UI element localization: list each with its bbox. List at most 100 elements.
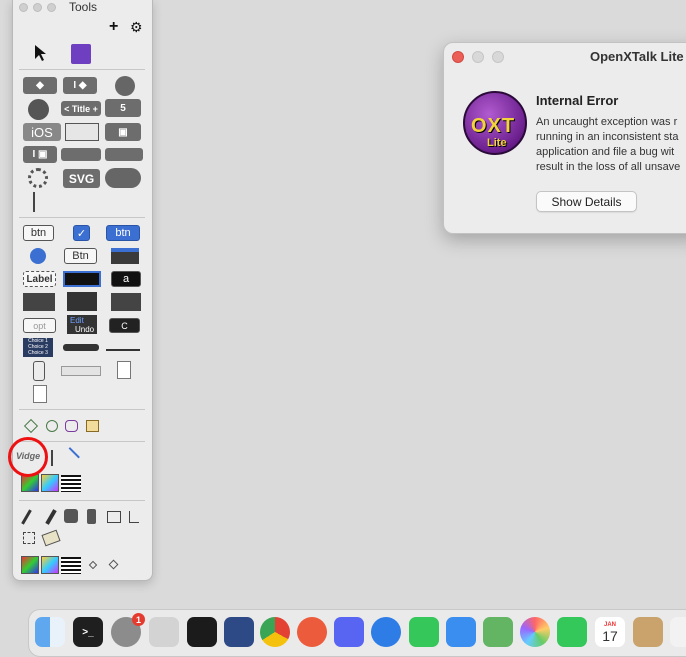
android-field-icon[interactable]: I ◆ <box>63 77 97 94</box>
close-button[interactable] <box>19 3 28 12</box>
image-icon[interactable] <box>117 361 131 379</box>
spray-can-icon[interactable] <box>87 509 96 524</box>
launchpad-icon[interactable] <box>149 617 179 647</box>
zoom-button[interactable] <box>47 3 56 12</box>
html5-icon[interactable]: 5 <box>105 99 141 117</box>
line-size-icon[interactable] <box>61 475 81 492</box>
pencil-icon[interactable] <box>21 509 32 525</box>
discord-icon[interactable] <box>334 617 364 647</box>
player-control-icon[interactable] <box>33 385 47 403</box>
tree-view-icon[interactable] <box>33 192 45 212</box>
add-icon[interactable]: + <box>109 18 118 36</box>
divider <box>19 500 145 501</box>
terminal-icon[interactable]: >_ <box>73 617 103 647</box>
oval-shape-icon[interactable] <box>46 420 58 432</box>
slider-icon[interactable] <box>106 343 140 351</box>
divider <box>19 409 145 410</box>
maps-icon[interactable] <box>483 617 513 647</box>
progress-bar-icon[interactable] <box>63 344 99 351</box>
combo-box-icon[interactable]: C <box>109 318 140 333</box>
photos-icon[interactable] <box>520 617 550 647</box>
finder-icon[interactable] <box>35 617 65 647</box>
activity-monitor-icon[interactable] <box>187 617 217 647</box>
edit-pointer-icon[interactable] <box>71 44 91 64</box>
scrolling-list-icon[interactable] <box>67 292 97 311</box>
select-icon[interactable] <box>23 532 35 544</box>
dialog-close-button[interactable] <box>452 51 464 63</box>
spinner-icon[interactable] <box>28 168 48 188</box>
app-logo: OXT Lite <box>463 91 527 155</box>
dock: >_ 1 JAN 17 <box>28 609 686 657</box>
segmented-icon[interactable] <box>61 148 101 161</box>
facetime-icon[interactable] <box>557 617 587 647</box>
arrow-pointer-icon[interactable] <box>33 44 47 62</box>
calendar-icon[interactable]: JAN 17 <box>595 617 625 647</box>
dialog-heading: Internal Error <box>536 93 619 108</box>
tools-titlebar: Tools <box>13 0 152 14</box>
dialog-zoom-button <box>492 51 504 63</box>
ios-field-icon[interactable]: I ▣ <box>23 146 57 163</box>
navbar-icon[interactable] <box>105 148 143 161</box>
tab-panel-icon[interactable] <box>111 248 139 264</box>
divider <box>19 69 145 70</box>
data-grid-icon[interactable] <box>23 293 55 311</box>
tools-palette: Tools + ⚙ ◆ I ◆ < Title + 5 iOS ▣ I ▣ SV… <box>12 0 153 581</box>
diamond-shape-icon[interactable] <box>23 418 39 434</box>
rounded-rect-icon[interactable] <box>65 420 78 432</box>
table-field-icon[interactable] <box>111 293 141 311</box>
option-menu-icon[interactable]: opt <box>23 318 56 333</box>
scrolling-field-icon[interactable]: a <box>111 271 141 287</box>
minimize-button[interactable] <box>33 3 42 12</box>
line-graph-icon[interactable] <box>65 123 99 141</box>
svg-icon[interactable]: SVG <box>63 169 100 188</box>
chrome-icon[interactable] <box>260 617 290 647</box>
ios-widget-icon[interactable]: iOS <box>23 123 61 141</box>
text-field-icon[interactable] <box>63 271 101 287</box>
browser-globe-icon[interactable] <box>115 76 135 96</box>
safari-icon[interactable] <box>371 617 401 647</box>
line-tool-icon[interactable] <box>60 447 80 467</box>
little-arrows-icon[interactable] <box>33 361 45 381</box>
brush-shape-icon[interactable] <box>108 559 119 570</box>
pipette-icon[interactable] <box>129 511 139 523</box>
vpn-lock-icon[interactable] <box>224 617 254 647</box>
scrollbar-icon[interactable] <box>61 366 101 376</box>
show-details-button[interactable]: Show Details <box>536 191 637 212</box>
paint-line-size-icon[interactable] <box>61 557 81 574</box>
header-bar-icon[interactable]: < Title + <box>61 101 101 116</box>
system-settings-icon[interactable]: 1 <box>111 613 145 647</box>
remote-desktop-icon[interactable] <box>297 617 327 647</box>
messages-icon[interactable] <box>409 617 439 647</box>
clock-icon[interactable] <box>28 99 49 120</box>
highlight-ring <box>8 437 48 477</box>
android-button-icon[interactable]: ◆ <box>23 77 57 94</box>
eraser-icon[interactable] <box>41 529 61 547</box>
dialog-minimize-button <box>472 51 484 63</box>
rounded-button-icon[interactable]: btn <box>23 225 54 241</box>
contacts-icon[interactable] <box>633 617 663 647</box>
brush-icon[interactable] <box>45 509 57 525</box>
standard-button-icon[interactable]: Btn <box>64 248 97 264</box>
toggle-switch-icon[interactable] <box>105 168 141 188</box>
checkbox-icon[interactable]: ✓ <box>73 225 90 241</box>
paint-line-color-icon[interactable] <box>41 556 59 574</box>
paint-fill-color-icon[interactable] <box>21 556 39 574</box>
line-color-icon[interactable] <box>41 474 59 492</box>
radio-button-icon[interactable] <box>30 248 46 264</box>
label-field-icon[interactable]: Label <box>23 271 56 287</box>
dialog-message: An uncaught exception was r running in a… <box>536 116 681 173</box>
choice-list-icon[interactable]: Choice 1 Choice 2 Choice 3 <box>23 338 53 357</box>
lasso-icon[interactable] <box>107 511 121 523</box>
notification-badge: 1 <box>132 613 145 626</box>
default-button-icon[interactable]: btn <box>106 225 140 241</box>
mail-icon[interactable] <box>446 617 476 647</box>
dialog-title: OpenXTalk Lite <box>590 49 684 64</box>
player-icon[interactable]: ▣ <box>105 123 141 141</box>
bucket-icon[interactable] <box>64 509 78 523</box>
rectangle-icon[interactable] <box>86 420 99 432</box>
pattern-icon[interactable] <box>88 560 98 570</box>
gear-icon[interactable]: ⚙ <box>130 19 143 36</box>
tools-title: Tools <box>69 0 98 14</box>
pulldown-menu-icon: Edit Undo <box>67 315 97 334</box>
reminders-icon[interactable] <box>670 617 686 647</box>
